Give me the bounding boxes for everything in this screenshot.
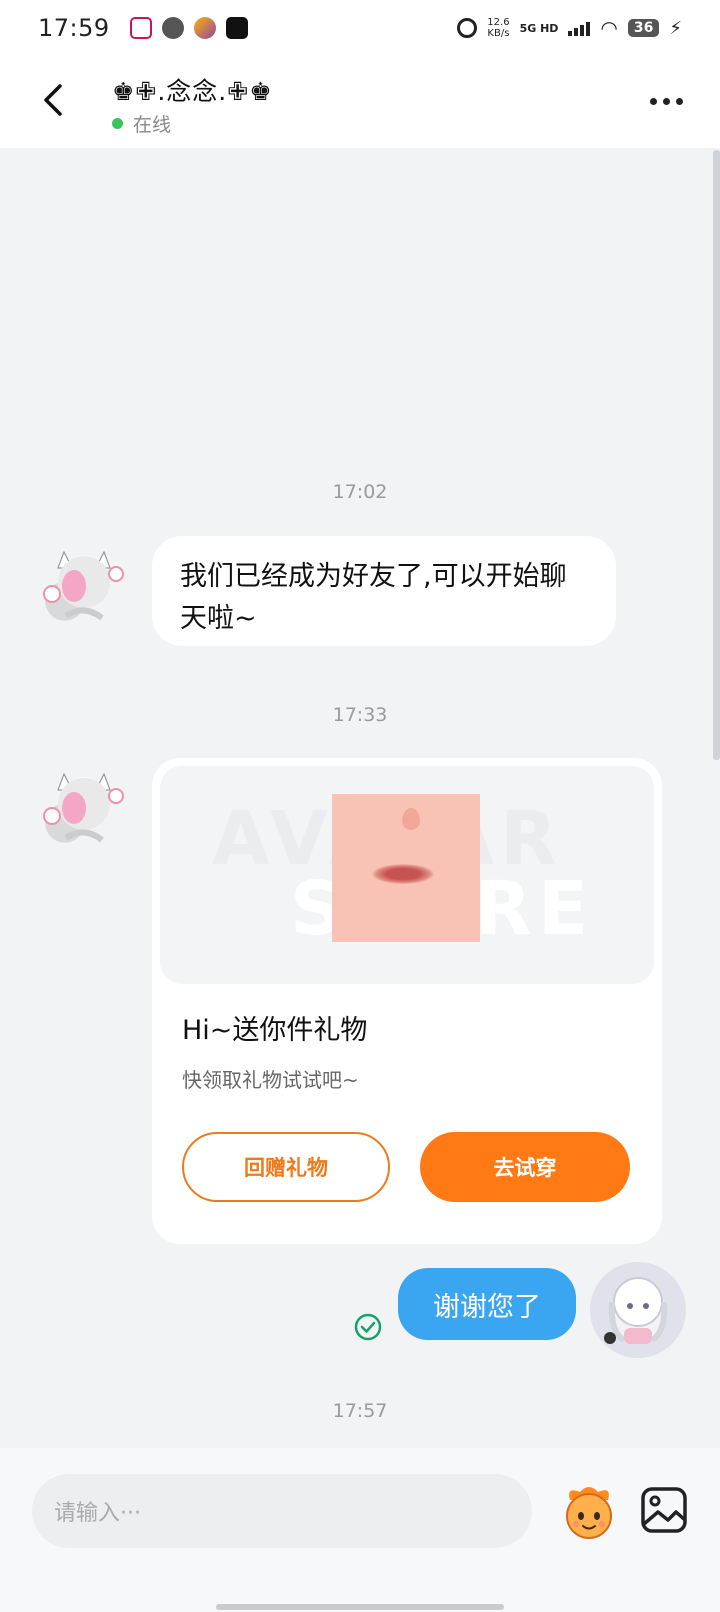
gift-message-card[interactable]: AVATAR STORE Hi~送你件礼物 快领取礼物试试吧~ 回赠礼物 去试穿 xyxy=(152,758,662,1244)
gift-face-item-image xyxy=(332,794,480,942)
message-timestamp: 17:57 xyxy=(332,1400,388,1422)
more-options-button[interactable] xyxy=(646,86,686,116)
notification-icons xyxy=(129,17,248,39)
image-icon xyxy=(641,1487,687,1533)
more-dot-icon xyxy=(662,97,670,105)
signal-icon xyxy=(568,20,591,36)
my-avatar[interactable] xyxy=(590,1262,686,1358)
app-notification-icon xyxy=(193,17,216,39)
tiktok-icon xyxy=(225,17,248,39)
more-dot-icon xyxy=(675,97,683,105)
network-type: 5G HD xyxy=(519,21,559,35)
gift-preview-image[interactable]: AVATAR STORE xyxy=(160,766,654,984)
presence-label: 在线 xyxy=(133,114,172,136)
contact-avatar[interactable] xyxy=(36,534,132,630)
message-timestamp: 17:33 xyxy=(332,704,388,726)
contact-name[interactable]: ♚✙.念念.✙♚ xyxy=(112,72,273,108)
outgoing-message-bubble[interactable]: 谢谢您了 xyxy=(398,1268,576,1340)
cat-girl-avatar-icon xyxy=(43,772,124,843)
net-speed-value: 12.6 xyxy=(487,17,510,28)
gift-subtitle: 快领取礼物试试吧~ xyxy=(182,1068,359,1092)
more-dot-icon xyxy=(649,97,657,105)
gift-nose-shape xyxy=(402,808,420,830)
try-on-button[interactable]: 去试穿 xyxy=(420,1132,630,1202)
return-gift-button[interactable]: 回赠礼物 xyxy=(182,1132,390,1202)
system-indicators: 12.6 KB/s 5G HD ◠ 36 ⚡ xyxy=(457,17,682,39)
gift-lips-shape xyxy=(372,864,434,884)
scrollbar[interactable] xyxy=(713,150,720,760)
gift-title: Hi~送你件礼物 xyxy=(182,1015,368,1046)
read-check-icon xyxy=(354,1313,382,1341)
message-input[interactable]: 请输入··· xyxy=(32,1474,532,1548)
chat-header: ♚✙.念念.✙♚ 在线 xyxy=(0,56,720,148)
cat-girl-avatar-icon xyxy=(43,550,124,621)
status-time: 17:59 xyxy=(38,14,110,42)
incoming-message-bubble[interactable]: 我们已经成为好友了,可以开始聊天啦~ xyxy=(152,536,616,646)
emoji-mascot-icon xyxy=(566,1487,612,1539)
anime-girl-avatar-icon xyxy=(604,1277,668,1344)
contact-avatar[interactable] xyxy=(36,756,132,852)
emoji-button[interactable] xyxy=(556,1478,622,1544)
back-button[interactable] xyxy=(34,78,74,122)
home-indicator[interactable] xyxy=(216,1604,504,1610)
status-bar: 17:59 12.6 KB/s 5G HD ◠ 36 ⚡ xyxy=(0,0,720,56)
message-timestamp: 17:02 xyxy=(332,481,388,503)
message-input-bar: 请输入··· xyxy=(0,1448,720,1612)
battery-icon: 36 xyxy=(627,19,660,37)
wechat-icon xyxy=(161,17,184,39)
wifi-icon: ◠ xyxy=(600,16,618,40)
net-speed: 12.6 KB/s xyxy=(487,17,509,39)
alarm-icon xyxy=(457,18,478,38)
online-dot-icon xyxy=(112,118,123,129)
back-arrow-icon xyxy=(44,84,62,116)
image-picker-button[interactable] xyxy=(638,1484,690,1536)
net-speed-unit: KB/s xyxy=(487,28,510,39)
charging-icon: ⚡ xyxy=(669,17,682,39)
presence-status: 在线 xyxy=(112,110,171,137)
app-notification-icon xyxy=(129,17,152,39)
